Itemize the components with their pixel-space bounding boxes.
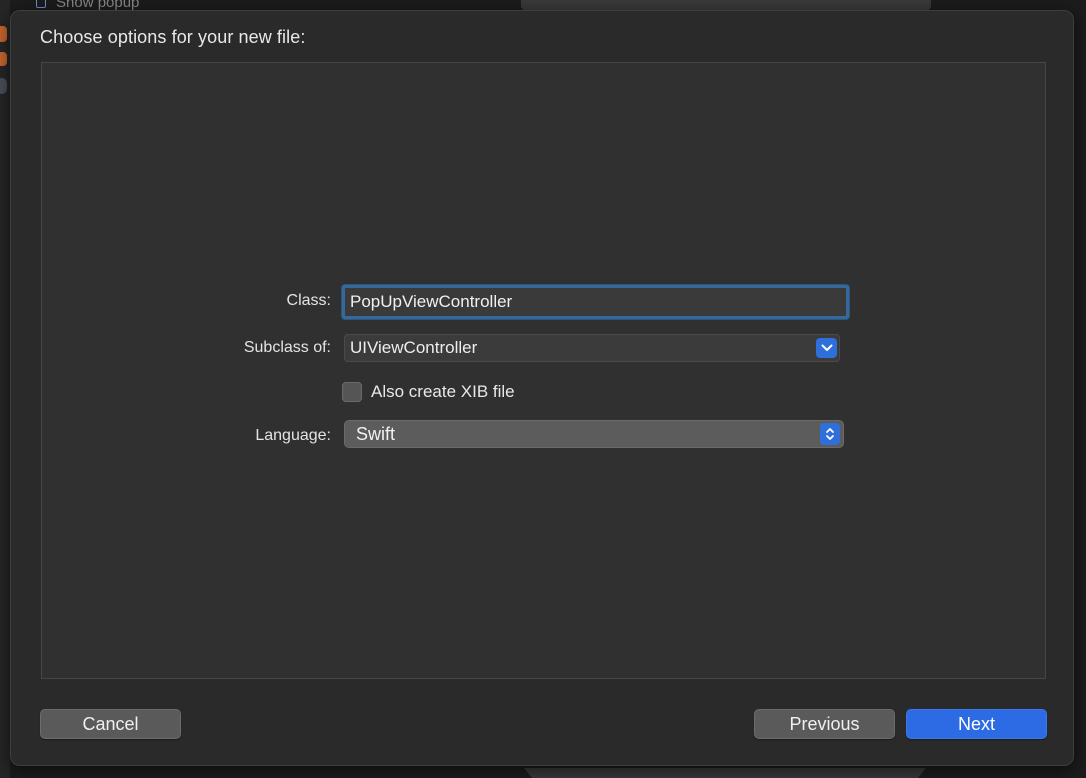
sidebar-orange-badge-icon (0, 26, 7, 42)
create-xib-checkbox-row[interactable]: Also create XIB file (342, 382, 515, 402)
sidebar-gray-badge-icon (0, 78, 7, 94)
next-button[interactable]: Next (906, 709, 1047, 739)
background-toolbar-segment (521, 0, 931, 10)
previous-button[interactable]: Previous (754, 709, 895, 739)
background-bottom-segment (524, 768, 926, 778)
language-popup-button[interactable]: Swift (344, 420, 844, 448)
language-value: Swift (356, 424, 396, 444)
cancel-button[interactable]: Cancel (40, 709, 181, 739)
background-sidebar (0, 0, 10, 778)
class-label: Class: (286, 292, 331, 309)
up-down-chevron-icon (820, 423, 840, 445)
create-xib-label: Also create XIB file (371, 382, 515, 401)
subclass-label: Subclass of: (243, 339, 331, 356)
sidebar-orange-badge-icon (0, 52, 7, 66)
file-icon (36, 0, 46, 9)
sheet-title: Choose options for your new file: (40, 27, 306, 47)
options-panel: Class: Subclass of: UIViewController Als… (41, 62, 1046, 679)
language-label: Language: (255, 427, 331, 444)
create-xib-checkbox[interactable] (342, 382, 362, 402)
class-name-input[interactable] (342, 285, 849, 319)
new-file-options-sheet: Choose options for your new file: Class:… (10, 10, 1074, 766)
subclass-value: UIViewController (350, 338, 478, 357)
subclass-combo-box[interactable]: UIViewController (344, 334, 840, 362)
chevron-down-icon[interactable] (816, 338, 837, 358)
